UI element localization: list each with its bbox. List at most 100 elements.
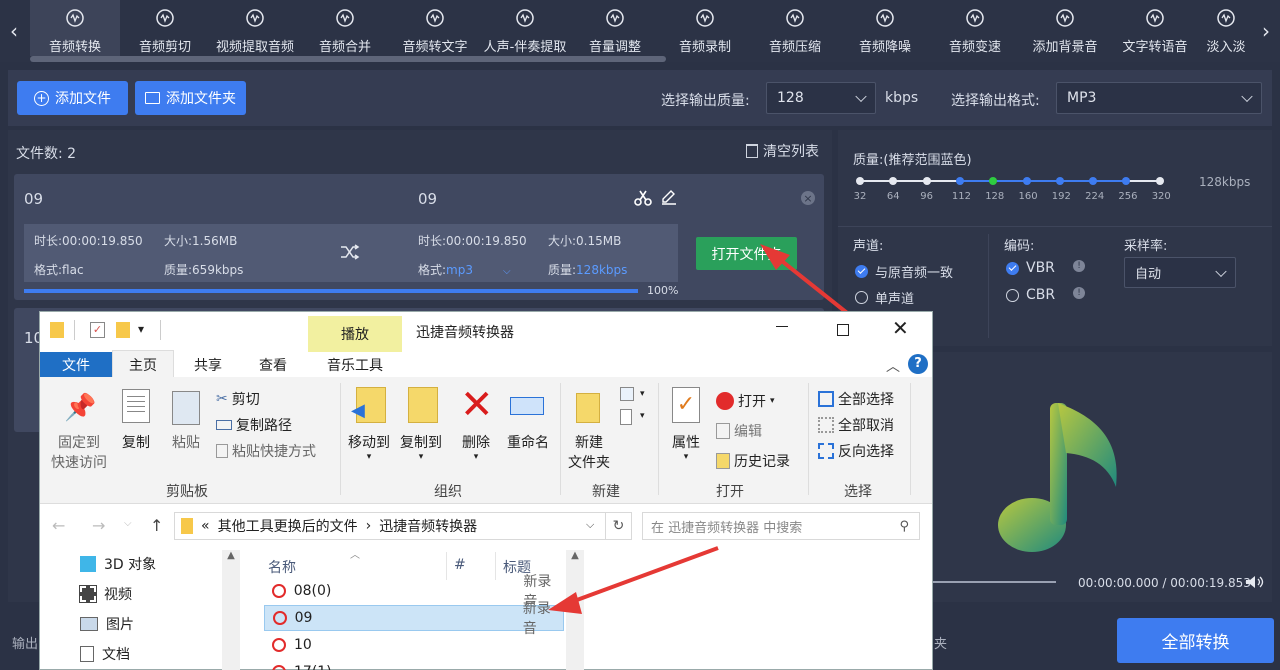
quality-slider-stop[interactable]: [922, 177, 931, 185]
dropdown-caret-icon[interactable]: ▾: [640, 411, 645, 421]
volume-icon[interactable]: [1245, 575, 1265, 589]
nav-scrollbar[interactable]: [30, 56, 666, 62]
tab-file[interactable]: 文件: [40, 352, 112, 378]
context-tab-play[interactable]: 播放: [308, 316, 402, 352]
nav-next-arrow-icon[interactable]: ›: [1252, 0, 1280, 62]
open-button[interactable]: 打开 ▾: [716, 391, 775, 411]
quality-slider-stop[interactable]: [1022, 177, 1031, 185]
scroll-up-icon[interactable]: ▲: [566, 550, 584, 561]
select-all-button[interactable]: 全部选择: [818, 389, 894, 409]
quality-slider-stop[interactable]: [856, 177, 864, 185]
encoding-vbr-radio[interactable]: VBR: [1006, 260, 1055, 276]
scroll-up-icon[interactable]: ▲: [222, 550, 240, 561]
minimize-icon[interactable]: [776, 326, 788, 327]
checkbox-icon[interactable]: ✓: [90, 322, 105, 338]
channel-original-radio[interactable]: 与原音频一致: [855, 262, 953, 281]
dropdown-caret-icon[interactable]: ▾: [640, 389, 645, 399]
sidebar-item-documents[interactable]: 文档: [80, 644, 130, 664]
nav-tab-4[interactable]: 音频转文字: [390, 0, 480, 56]
history-button[interactable]: 历史记录: [716, 451, 790, 471]
quality-select[interactable]: 128: [766, 82, 876, 114]
copy-button[interactable]: 复制: [116, 432, 156, 452]
close-icon[interactable]: ✕: [892, 316, 909, 340]
nav-tab-5[interactable]: 人声-伴奏提取: [480, 0, 570, 56]
remove-file-icon[interactable]: ×: [801, 191, 815, 205]
pin-quick-access-button[interactable]: 固定到 快速访问: [44, 432, 114, 472]
nav-prev-arrow-icon[interactable]: ‹: [0, 0, 28, 62]
address-bar[interactable]: « 其他工具更换后的文件 › 迅捷音频转换器: [174, 512, 606, 540]
select-none-button[interactable]: 全部取消: [818, 415, 894, 435]
nav-tab-7[interactable]: 音频录制: [660, 0, 750, 56]
convert-all-button[interactable]: 全部转换: [1117, 618, 1274, 663]
channel-mono-radio[interactable]: 单声道: [855, 288, 914, 307]
new-folder-button[interactable]: 新建 文件夹: [564, 432, 614, 472]
scissors-icon[interactable]: [634, 190, 652, 206]
sidebar-item-pictures[interactable]: 图片: [80, 614, 134, 634]
nav-tab-12[interactable]: 文字转语音: [1110, 0, 1200, 56]
nav-tab-6[interactable]: 音量调整: [570, 0, 660, 56]
new-folder-icon[interactable]: [116, 322, 130, 338]
easy-access-icon[interactable]: [620, 409, 632, 425]
output-format[interactable]: 格式:mp3 ⌵: [418, 261, 511, 278]
collapse-ribbon-icon[interactable]: ︿: [886, 356, 900, 376]
delete-button[interactable]: 删除 ▾: [456, 432, 496, 462]
forward-arrow-icon[interactable]: →: [92, 516, 105, 535]
nav-tab-10[interactable]: 音频变速: [930, 0, 1020, 56]
up-arrow-icon[interactable]: ↑: [150, 516, 163, 535]
add-folder-button[interactable]: 添加文件夹: [135, 81, 246, 115]
samplerate-select[interactable]: 自动: [1124, 257, 1236, 288]
column-name[interactable]: 名称: [268, 557, 296, 577]
nav-tab-1[interactable]: 音频剪切: [120, 0, 210, 56]
new-item-icon[interactable]: [620, 387, 634, 401]
rename-button[interactable]: 重命名: [502, 432, 554, 452]
nav-tab-13[interactable]: 淡入淡: [1200, 0, 1252, 56]
open-folder-button[interactable]: 打开文件夹: [696, 237, 797, 270]
nav-tab-9[interactable]: 音频降噪: [840, 0, 930, 56]
column-divider[interactable]: [446, 552, 447, 580]
back-arrow-icon[interactable]: ←: [52, 516, 65, 535]
invert-select-button[interactable]: 反向选择: [818, 441, 894, 461]
breadcrumb-overflow[interactable]: «: [201, 518, 210, 534]
paste-button[interactable]: 粘贴: [166, 432, 206, 452]
encoding-cbr-radio[interactable]: CBR: [1006, 287, 1055, 303]
tab-music-tools[interactable]: 音乐工具: [308, 352, 402, 378]
tab-home[interactable]: 主页: [112, 350, 174, 379]
copy-to-button[interactable]: 复制到 ▾: [396, 432, 446, 462]
open-output-folder-button[interactable]: 夹: [934, 633, 947, 652]
sidebar-scrollbar[interactable]: ▲: [222, 550, 240, 670]
tab-view[interactable]: 查看: [242, 352, 304, 378]
breadcrumb-item[interactable]: 其他工具更换后的文件: [218, 516, 358, 536]
refresh-icon[interactable]: ↻: [606, 512, 632, 540]
paste-shortcut-button[interactable]: 粘贴快捷方式: [216, 441, 316, 461]
quality-slider-stop[interactable]: [1155, 177, 1164, 185]
file-row[interactable]: 09 新录音: [264, 601, 564, 637]
cut-button[interactable]: ✂ 剪切: [216, 389, 260, 409]
info-icon[interactable]: !: [1073, 287, 1085, 299]
edit-pencil-icon[interactable]: [661, 189, 677, 205]
edit-button[interactable]: 编辑: [716, 421, 762, 441]
nav-tab-11[interactable]: 添加背景音: [1020, 0, 1110, 56]
file-row[interactable]: 17(1): [264, 659, 564, 670]
move-to-button[interactable]: 移动到 ▾: [344, 432, 394, 462]
quality-slider-stop[interactable]: [955, 177, 964, 185]
seek-bar[interactable]: [932, 581, 1056, 583]
add-file-button[interactable]: + 添加文件: [17, 81, 128, 115]
format-select[interactable]: MP3: [1056, 82, 1262, 114]
nav-tab-8[interactable]: 音频压缩: [750, 0, 840, 56]
clear-list-button[interactable]: 清空列表: [746, 141, 819, 161]
file-row[interactable]: 08(0) 新录音: [264, 574, 564, 610]
nav-tab-0[interactable]: 音频转换: [30, 0, 120, 56]
file-list-scrollbar[interactable]: ▲: [566, 550, 584, 670]
help-icon[interactable]: ?: [908, 354, 928, 374]
nav-tab-2[interactable]: 视频提取音频: [210, 0, 300, 56]
properties-button[interactable]: 属性 ▾: [666, 432, 706, 462]
maximize-icon[interactable]: [837, 324, 849, 336]
column-divider[interactable]: [495, 552, 496, 580]
recent-dropdown-icon[interactable]: ⌵: [124, 518, 132, 529]
breadcrumb-item[interactable]: 迅捷音频转换器: [379, 516, 477, 536]
address-dropdown-icon[interactable]: ⌵: [586, 518, 594, 532]
column-number[interactable]: #: [454, 557, 466, 573]
search-input[interactable]: 在 迅捷音频转换器 中搜索 ⚲: [642, 512, 920, 540]
info-icon[interactable]: !: [1073, 260, 1085, 272]
file-row[interactable]: 10: [264, 632, 564, 658]
